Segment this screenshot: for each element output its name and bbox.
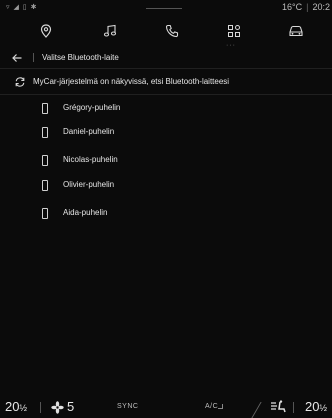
climate-divider-slash [251, 402, 262, 418]
device-name: Grégory-puhelin [63, 103, 121, 112]
device-name: Daniel-puhelin [63, 127, 115, 136]
nav-music-button[interactable] [96, 19, 124, 43]
device-name: Olivier-puhelin [63, 180, 115, 189]
ac-indicator [218, 404, 223, 409]
device-item-gregory[interactable]: Grégory-puhelin [0, 96, 332, 122]
sync-button[interactable]: SYNC [117, 403, 138, 410]
fan-icon[interactable] [51, 401, 64, 414]
device-item-olivier[interactable]: Olivier-puhelin [0, 173, 332, 199]
status-bar: ▿ ◢ ▯ ✱ 16°C | 20:2 [0, 0, 332, 16]
smartphone-icon [42, 180, 48, 191]
discoverable-info-row: MyCar-järjestelmä on näkyvissä, etsi Blu… [0, 70, 332, 95]
climate-bar: 20½ 5 SYNC A/C 20½ [0, 390, 332, 418]
top-navigation: ··· [0, 16, 332, 49]
seat-airflow-icon[interactable] [269, 400, 287, 414]
status-divider [146, 8, 182, 9]
status-icons: ▿ ◢ ▯ ✱ [6, 4, 38, 11]
car-icon [289, 25, 303, 37]
outside-temperature: 16°C [282, 2, 303, 12]
smartphone-icon [42, 127, 48, 138]
discoverable-message: MyCar-järjestelmä on näkyvissä, etsi Blu… [33, 77, 230, 86]
device-name: Nicolas-puhelin [63, 155, 118, 164]
device-item-nicolas[interactable]: Nicolas-puhelin [0, 148, 332, 174]
apps-grid-icon [228, 25, 240, 37]
title-divider [33, 53, 34, 62]
driver-temperature[interactable]: 20½ [5, 399, 27, 414]
passenger-temperature[interactable]: 20½ [305, 399, 327, 414]
climate-divider [40, 402, 41, 413]
nav-apps-button[interactable] [220, 19, 248, 43]
fan-level: 5 [67, 399, 75, 414]
nav-vehicle-button[interactable] [282, 19, 310, 43]
climate-divider [293, 402, 294, 413]
nav-phone-button[interactable] [158, 19, 186, 43]
device-item-aida[interactable]: Aida-puhelin [0, 201, 332, 227]
smartphone-icon [42, 208, 48, 219]
device-name: Aida-puhelin [63, 208, 108, 217]
refresh-icon[interactable] [14, 76, 26, 88]
nav-navigation-button[interactable] [32, 19, 60, 43]
page-title: Valitse Bluetooth-laite [42, 53, 119, 62]
back-arrow-icon[interactable] [11, 52, 23, 64]
smartphone-icon [42, 155, 48, 166]
location-pin-icon [40, 24, 52, 38]
title-bar: Valitse Bluetooth-laite [0, 48, 332, 69]
clock: 20:2 [312, 2, 330, 12]
music-note-icon [103, 24, 117, 37]
smartphone-icon [42, 103, 48, 114]
ac-button[interactable]: A/C [205, 403, 218, 410]
device-item-daniel[interactable]: Daniel-puhelin [0, 120, 332, 146]
status-right: 16°C | 20:2 [282, 2, 330, 12]
phone-icon [165, 24, 179, 38]
